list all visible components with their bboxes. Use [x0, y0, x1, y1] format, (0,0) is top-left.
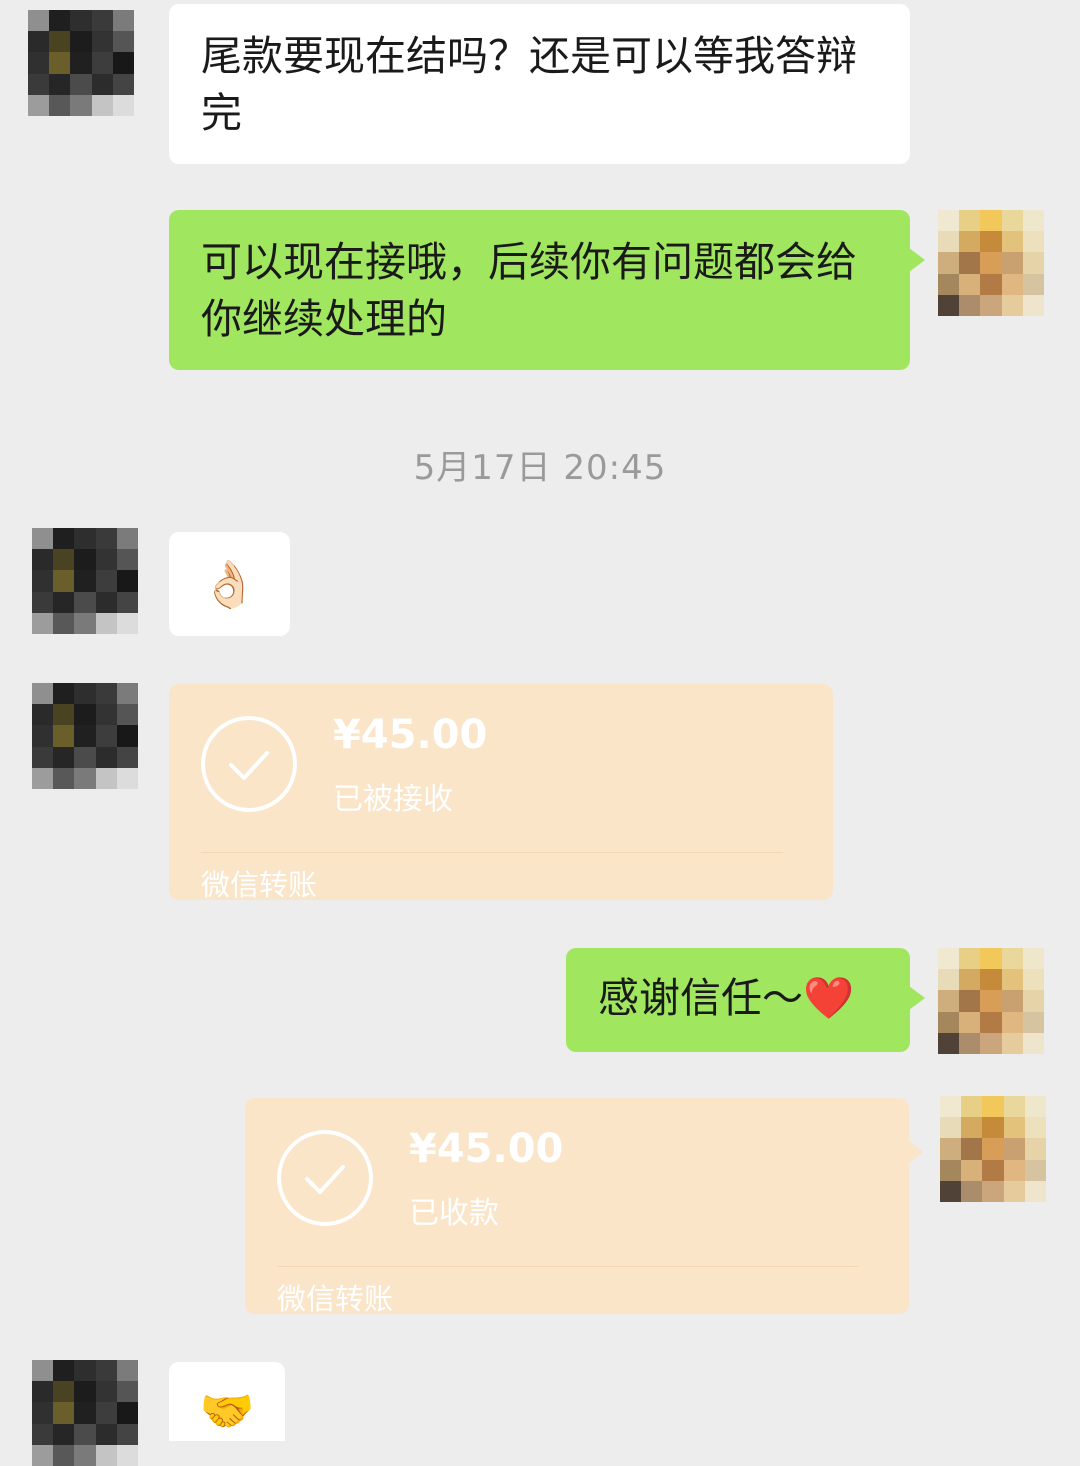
self-avatar[interactable]	[940, 1096, 1046, 1202]
transfer-divider	[277, 1266, 859, 1267]
contact-avatar[interactable]	[32, 528, 138, 634]
ok-hand-emoji: 👌🏻	[200, 556, 259, 611]
message-text: 尾款要现在结吗？还是可以等我答辩完	[201, 32, 857, 137]
contact-avatar[interactable]	[32, 1360, 138, 1466]
message-timestamp: 5月17日 20:45	[413, 448, 667, 488]
transfer-status: 已收款	[409, 1196, 499, 1231]
transfer-amount: ¥45.00	[333, 712, 488, 758]
message-text: 感谢信任～	[598, 974, 803, 1022]
message-text: 可以现在接哦，后续你有问题都会给你继续处理的	[201, 238, 857, 343]
transfer-amount: ¥45.00	[409, 1126, 564, 1172]
transfer-footer: 微信转账	[277, 1282, 394, 1316]
contact-avatar[interactable]	[28, 10, 134, 116]
handshake-emoji: 🤝	[199, 1386, 255, 1437]
transfer-footer: 微信转账	[201, 868, 318, 902]
outgoing-message[interactable]: 感谢信任～❤️	[566, 948, 925, 1052]
outgoing-message[interactable]: 可以现在接哦，后续你有问题都会给你继续处理的	[169, 210, 925, 370]
incoming-message[interactable]: 尾款要现在结吗？还是可以等我答辩完	[169, 4, 910, 164]
incoming-emoji-message[interactable]: 🤝	[169, 1362, 285, 1441]
check-circle-icon	[277, 1130, 373, 1226]
self-avatar[interactable]	[938, 210, 1044, 316]
transfer-card-collected[interactable]: ¥45.00 已收款 微信转账	[245, 1098, 923, 1316]
incoming-emoji-message[interactable]: 👌🏻	[169, 532, 290, 636]
transfer-status: 已被接收	[333, 782, 453, 817]
contact-avatar[interactable]	[32, 683, 138, 789]
heart-emoji: ❤️	[803, 974, 855, 1022]
check-circle-icon	[201, 716, 297, 812]
transfer-card-received[interactable]: ¥45.00 已被接收 微信转账	[169, 684, 833, 902]
transfer-divider	[201, 852, 783, 853]
self-avatar[interactable]	[938, 948, 1044, 1054]
